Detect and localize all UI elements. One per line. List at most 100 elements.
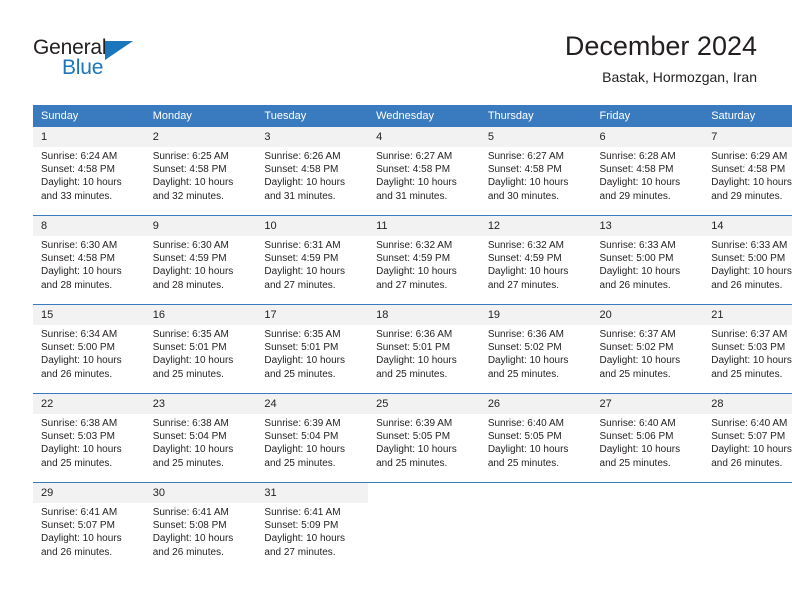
sunset-text: Sunset: 5:02 PM	[599, 342, 674, 354]
day-cell[interactable]: 17 Sunrise: 6:35 AM Sunset: 5:01 PM Dayligh…	[256, 304, 369, 394]
weekday-header-saturday: Saturday	[703, 105, 792, 127]
daylight-text: Daylight: 10 hours and 25 minutes.	[711, 355, 792, 380]
day-cell[interactable]: 12 Sunrise: 6:32 AM Sunset: 4:59 PM Dayligh…	[479, 215, 592, 305]
day-cell[interactable]: 23 Sunrise: 6:38 AM Sunset: 5:04 PM Dayligh…	[144, 393, 257, 483]
day-cell[interactable]: 10 Sunrise: 6:31 AM Sunset: 4:59 PM Dayligh…	[256, 215, 369, 305]
day-number: 2	[144, 127, 257, 147]
daylight-text: Daylight: 10 hours and 25 minutes.	[376, 355, 457, 380]
day-number: 7	[703, 127, 792, 147]
daylight-text: Daylight: 10 hours and 25 minutes.	[152, 444, 234, 469]
daylight-text: Daylight: 10 hours and 25 minutes.	[264, 355, 346, 380]
day-cell[interactable]: 20 Sunrise: 6:37 AM Sunset: 5:02 PM Dayligh…	[591, 304, 704, 394]
day-cell[interactable]: 22 Sunrise: 6:38 AM Sunset: 5:03 PM Dayligh…	[33, 393, 145, 483]
sunset-text: Sunset: 5:08 PM	[152, 520, 227, 532]
daylight-text: Daylight: 10 hours and 30 minutes.	[487, 177, 569, 202]
day-cell[interactable]: 27 Sunrise: 6:40 AM Sunset: 5:06 PM Dayligh…	[591, 393, 704, 483]
sunrise-text: Sunrise: 6:36 AM	[487, 329, 564, 340]
sunrise-text: Sunrise: 6:30 AM	[41, 240, 118, 251]
day-cell[interactable]: 26 Sunrise: 6:40 AM Sunset: 5:05 PM Dayligh…	[479, 393, 592, 483]
day-number: 13	[591, 216, 704, 236]
day-info: Sunrise: 6:32 AM Sunset: 4:59 PM Daylight:…	[368, 236, 480, 292]
sunset-text: Sunset: 5:00 PM	[599, 253, 674, 265]
daylight-text: Daylight: 10 hours and 26 minutes.	[711, 444, 792, 469]
sunrise-text: Sunrise: 6:33 AM	[711, 240, 788, 251]
sunset-text: Sunset: 5:07 PM	[711, 431, 786, 443]
calendar-table: Sunday Monday Tuesday Wednesday Thursday Frid…	[33, 105, 792, 571]
sunset-text: Sunset: 5:02 PM	[487, 342, 562, 354]
day-cell[interactable]: 8 Sunrise: 6:30 AM Sunset: 4:58 PM Daylight…	[33, 215, 145, 305]
sunrise-text: Sunrise: 6:39 AM	[376, 418, 453, 429]
day-number: 15	[33, 305, 145, 325]
calendar-week-row: 8 Sunrise: 6:30 AM Sunset: 4:58 PM Daylight…	[33, 215, 792, 305]
day-info: Sunrise: 6:35 AM Sunset: 5:01 PM Daylight:…	[145, 325, 257, 381]
sunrise-text: Sunrise: 6:27 AM	[376, 151, 453, 162]
day-cell[interactable]: 5 Sunrise: 6:27 AM Sunset: 4:58 PM Daylight…	[479, 127, 592, 216]
title-block: December 2024 Bastak, Hormozgan, Iran	[565, 30, 757, 86]
sunrise-text: Sunrise: 6:33 AM	[599, 240, 676, 251]
sunset-text: Sunset: 5:01 PM	[152, 342, 227, 354]
day-info: Sunrise: 6:36 AM Sunset: 5:01 PM Daylight:…	[368, 325, 480, 381]
sunset-text: Sunset: 5:01 PM	[376, 342, 451, 354]
day-number: 11	[368, 216, 480, 236]
day-cell[interactable]: 11 Sunrise: 6:32 AM Sunset: 4:59 PM Dayligh…	[368, 215, 480, 305]
day-cell[interactable]: 29 Sunrise: 6:41 AM Sunset: 5:07 PM Dayligh…	[33, 482, 145, 571]
daylight-text: Daylight: 10 hours and 27 minutes.	[487, 266, 569, 291]
daylight-text: Daylight: 10 hours and 25 minutes.	[152, 355, 234, 380]
day-cell[interactable]: 14 Sunrise: 6:33 AM Sunset: 5:00 PM Dayligh…	[703, 215, 792, 305]
day-cell[interactable]: 9 Sunrise: 6:30 AM Sunset: 4:59 PM Daylight…	[144, 215, 257, 305]
sunrise-text: Sunrise: 6:38 AM	[152, 418, 229, 429]
day-info: Sunrise: 6:41 AM Sunset: 5:07 PM Daylight:…	[33, 503, 145, 559]
calendar-page: General Blue December 2024 Bastak, Hormo…	[0, 0, 792, 612]
day-number: 4	[368, 127, 480, 147]
day-number: 12	[479, 216, 592, 236]
day-cell[interactable]: 30 Sunrise: 6:41 AM Sunset: 5:08 PM Dayligh…	[144, 482, 257, 571]
daylight-text: Daylight: 10 hours and 25 minutes.	[41, 444, 122, 469]
daylight-text: Daylight: 10 hours and 25 minutes.	[487, 355, 569, 380]
day-cell[interactable]: 18 Sunrise: 6:36 AM Sunset: 5:01 PM Dayligh…	[368, 304, 480, 394]
daylight-text: Daylight: 10 hours and 25 minutes.	[264, 444, 346, 469]
sunrise-text: Sunrise: 6:32 AM	[487, 240, 564, 251]
day-info: Sunrise: 6:40 AM Sunset: 5:05 PM Daylight:…	[480, 414, 592, 470]
day-cell[interactable]: 25 Sunrise: 6:39 AM Sunset: 5:05 PM Dayligh…	[368, 393, 480, 483]
sunrise-text: Sunrise: 6:34 AM	[41, 329, 118, 340]
page-header: General Blue December 2024 Bastak, Hormo…	[0, 0, 792, 100]
day-number	[368, 483, 480, 503]
weekday-header-thursday: Thursday	[479, 105, 592, 127]
day-cell[interactable]: 13 Sunrise: 6:33 AM Sunset: 5:00 PM Dayligh…	[591, 215, 704, 305]
daylight-text: Daylight: 10 hours and 28 minutes.	[152, 266, 234, 291]
sunset-text: Sunset: 5:00 PM	[41, 342, 115, 354]
daylight-text: Daylight: 10 hours and 26 minutes.	[711, 266, 792, 291]
sunset-text: Sunset: 4:58 PM	[376, 164, 451, 176]
weekday-header-tuesday: Tuesday	[256, 105, 369, 127]
logo-blue-text: Blue	[62, 56, 104, 79]
day-cell[interactable]: 15 Sunrise: 6:34 AM Sunset: 5:00 PM Dayligh…	[33, 304, 145, 394]
day-number: 18	[368, 305, 480, 325]
sunrise-text: Sunrise: 6:40 AM	[599, 418, 676, 429]
sunrise-text: Sunrise: 6:41 AM	[41, 507, 118, 518]
day-number: 6	[591, 127, 704, 147]
day-cell[interactable]: 19 Sunrise: 6:36 AM Sunset: 5:02 PM Dayligh…	[479, 304, 592, 394]
sunrise-text: Sunrise: 6:38 AM	[41, 418, 118, 429]
day-number: 21	[703, 305, 792, 325]
day-cell[interactable]: 6 Sunrise: 6:28 AM Sunset: 4:58 PM Daylight…	[591, 127, 704, 216]
day-cell-empty	[368, 482, 480, 571]
day-cell[interactable]: 4 Sunrise: 6:27 AM Sunset: 4:58 PM Daylight…	[368, 127, 480, 216]
day-cell[interactable]: 24 Sunrise: 6:39 AM Sunset: 5:04 PM Dayligh…	[256, 393, 369, 483]
daylight-text: Daylight: 10 hours and 28 minutes.	[41, 266, 122, 291]
sunset-text: Sunset: 5:03 PM	[711, 342, 786, 354]
day-cell[interactable]: 7 Sunrise: 6:29 AM Sunset: 4:58 PM Daylight…	[703, 127, 792, 216]
sunset-text: Sunset: 5:00 PM	[711, 253, 786, 265]
day-cell[interactable]: 21 Sunrise: 6:37 AM Sunset: 5:03 PM Dayligh…	[703, 304, 792, 394]
day-number: 25	[368, 394, 480, 414]
day-cell[interactable]: 31 Sunrise: 6:41 AM Sunset: 5:09 PM Dayligh…	[256, 482, 369, 571]
day-cell[interactable]: 28 Sunrise: 6:40 AM Sunset: 5:07 PM Dayligh…	[703, 393, 792, 483]
day-info: Sunrise: 6:35 AM Sunset: 5:01 PM Daylight:…	[256, 325, 368, 381]
day-cell[interactable]: 16 Sunrise: 6:35 AM Sunset: 5:01 PM Dayligh…	[144, 304, 257, 394]
day-number	[591, 483, 704, 503]
day-cell[interactable]: 1 Sunrise: 6:24 AM Sunset: 4:58 PM Daylight…	[33, 127, 145, 216]
day-cell[interactable]: 2 Sunrise: 6:25 AM Sunset: 4:58 PM Daylight…	[144, 127, 257, 216]
day-info: Sunrise: 6:36 AM Sunset: 5:02 PM Daylight:…	[480, 325, 592, 381]
day-number: 19	[479, 305, 592, 325]
day-cell[interactable]: 3 Sunrise: 6:26 AM Sunset: 4:58 PM Daylight…	[256, 127, 369, 216]
daylight-text: Daylight: 10 hours and 32 minutes.	[152, 177, 234, 202]
